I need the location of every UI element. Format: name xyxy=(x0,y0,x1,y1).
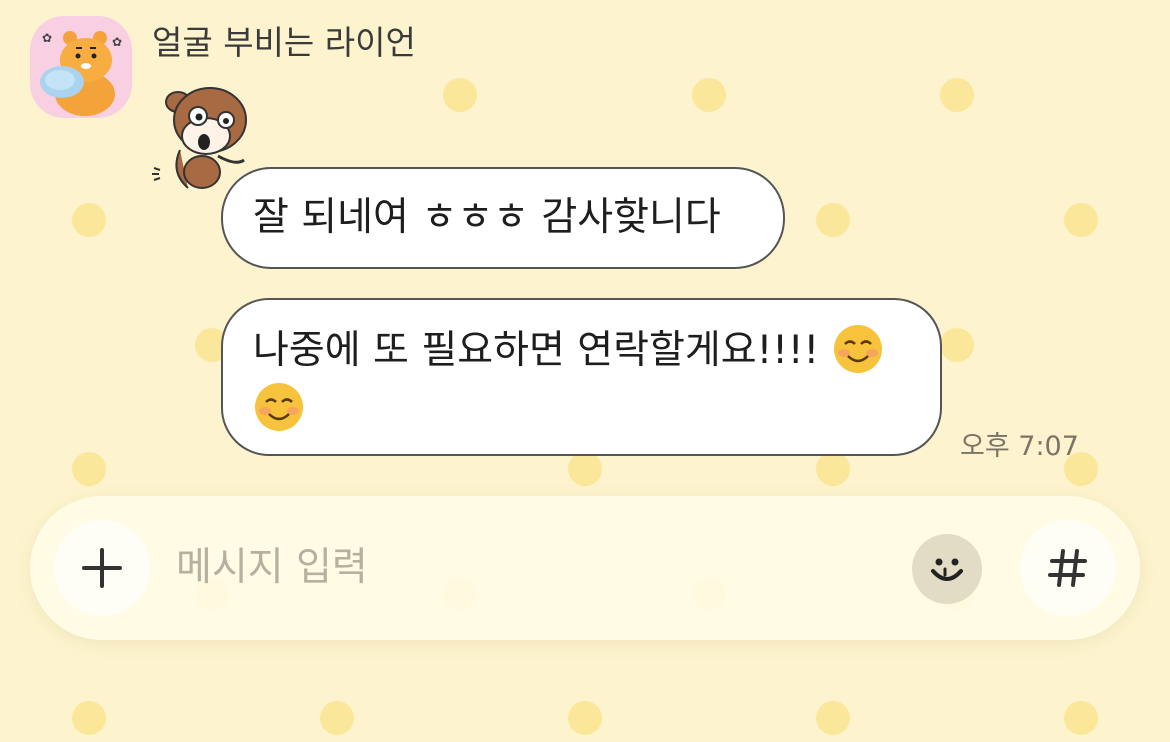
sender-name: 얼굴 부비는 라이언 xyxy=(152,23,416,62)
message-text: 잘 되네여 ㅎㅎㅎ 감사핮니다 xyxy=(253,195,721,240)
message-input[interactable] xyxy=(176,536,876,598)
attach-button[interactable] xyxy=(54,520,150,616)
message-text: 나중에 또 필요하면 연락할게요!!!! xyxy=(253,328,820,373)
svg-text:✿: ✿ xyxy=(42,31,52,45)
message-timestamp: 오후 7:07 xyxy=(960,431,1079,462)
smiley-icon xyxy=(931,558,963,581)
message-bubble[interactable]: 나중에 또 필요하면 연락할게요!!!! xyxy=(221,298,942,456)
svg-text:✿: ✿ xyxy=(112,35,122,49)
message-composer xyxy=(30,496,1140,640)
smiling-face-emoji-icon xyxy=(255,383,303,431)
hashtag-icon xyxy=(1048,549,1087,587)
message-bubble[interactable]: 잘 되네여 ㅎㅎㅎ 감사핮니다 xyxy=(221,167,785,269)
smiling-face-emoji-icon xyxy=(833,325,882,373)
emoticon-button[interactable] xyxy=(912,534,982,604)
lion-avatar-icon: ✿ ✿ xyxy=(40,31,122,116)
sender-avatar[interactable]: ✿ ✿ xyxy=(30,16,132,118)
hashtag-button[interactable] xyxy=(1020,520,1116,616)
plus-icon xyxy=(82,548,122,588)
